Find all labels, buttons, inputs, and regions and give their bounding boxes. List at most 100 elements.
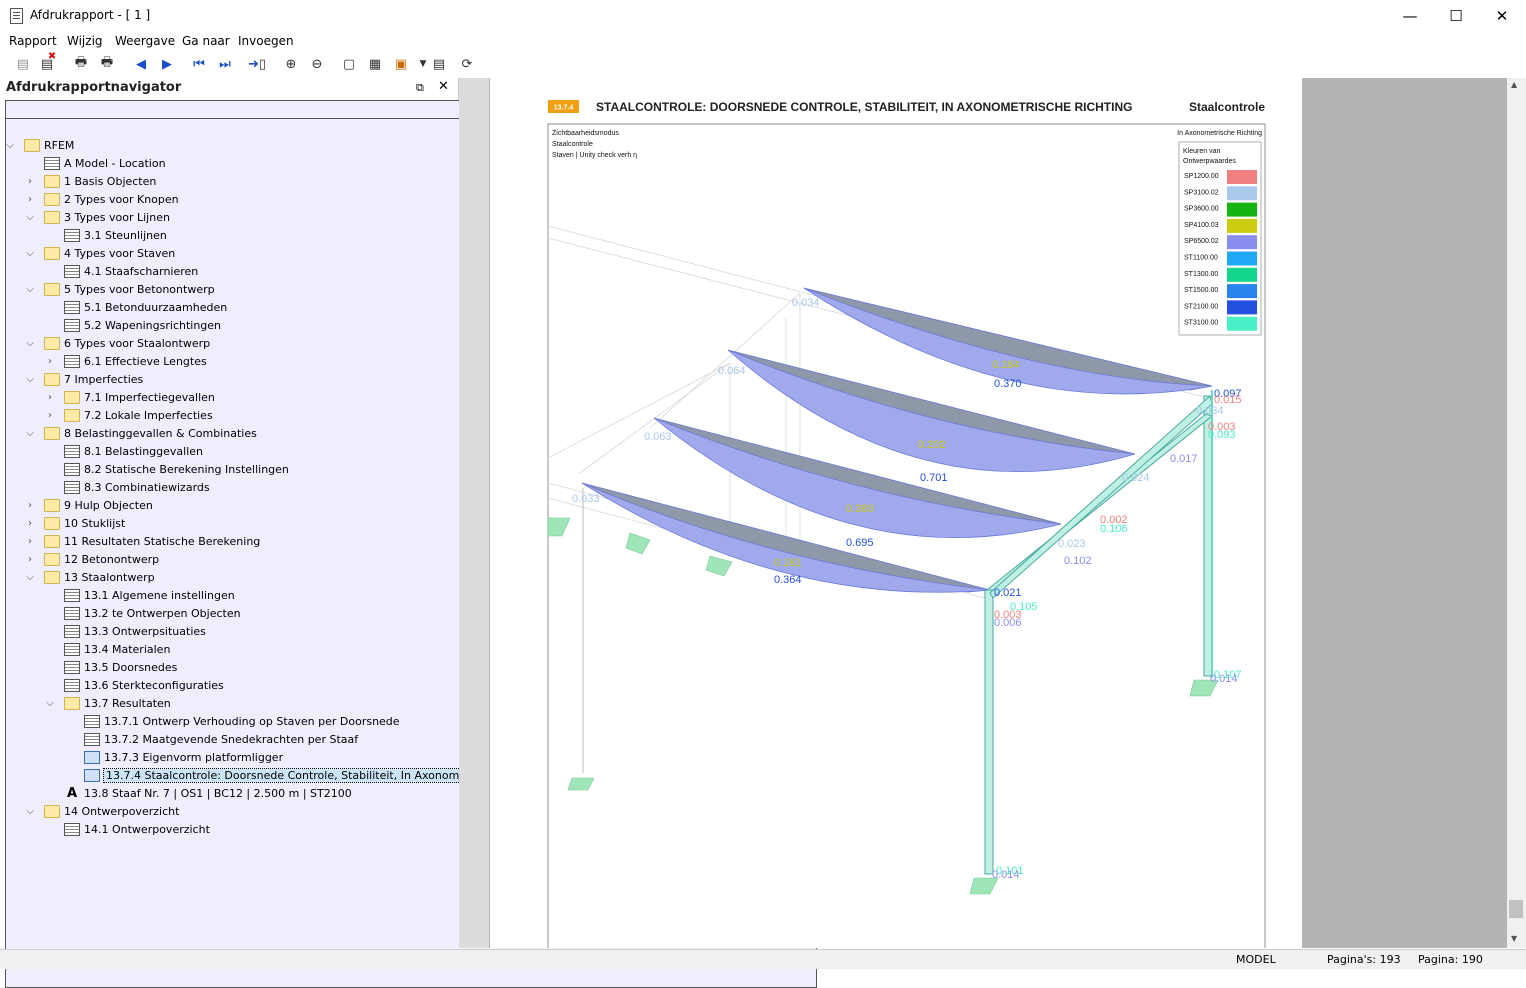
goto-page-icon[interactable]: ➜ ▯ bbox=[248, 55, 266, 73]
tree-item[interactable]: ⌵ 14 Ontwerpoverzicht bbox=[24, 802, 179, 820]
print-setup-icon[interactable]: 🖶 bbox=[98, 55, 116, 73]
tree-item-label: RFEM bbox=[44, 138, 75, 152]
chevron-right-icon[interactable]: › bbox=[44, 356, 56, 367]
tree-item-label: 7 Imperfecties bbox=[64, 372, 144, 386]
menu-ga-naar[interactable]: Ga naar bbox=[182, 34, 230, 48]
maximize-button[interactable]: ☐ bbox=[1433, 0, 1479, 31]
tree-item[interactable]: 13.6 Sterkteconfiguraties bbox=[44, 676, 224, 694]
first-page-icon[interactable]: ⏮ bbox=[190, 55, 208, 73]
tree-item[interactable]: 13.4 Materialen bbox=[44, 640, 170, 658]
chevron-down-icon[interactable]: ⌵ bbox=[4, 140, 16, 151]
legend-label: SP1200.00 bbox=[1184, 173, 1219, 180]
export-icon[interactable]: ▣ bbox=[392, 55, 410, 73]
scroll-up-icon[interactable]: ▲ bbox=[1511, 80, 1517, 89]
pin-icon[interactable]: ⧉ bbox=[416, 81, 424, 95]
properties-icon[interactable]: ▤ bbox=[430, 55, 448, 73]
tree-item[interactable]: 13.3 Ontwerpsituaties bbox=[44, 622, 206, 640]
tree-item[interactable]: › 10 Stuklijst bbox=[24, 514, 125, 532]
refresh-icon[interactable]: ⟳ bbox=[458, 55, 476, 73]
tree-item[interactable]: A 13.8 Staaf Nr. 7 | OS1 | BC12 | 2.500 m… bbox=[44, 784, 352, 802]
chevron-right-icon[interactable]: › bbox=[24, 500, 36, 511]
tree-item[interactable]: 4.1 Staafscharnieren bbox=[44, 262, 198, 280]
tree-item[interactable]: ⌵ 5 Types voor Betonontwerp bbox=[24, 280, 215, 298]
tree-item[interactable]: ⌵ 13.7 Resultaten bbox=[44, 694, 171, 712]
tree-item-label: 11 Resultaten Statische Berekening bbox=[64, 534, 261, 548]
chevron-right-icon[interactable]: › bbox=[44, 410, 56, 421]
panel-splitter[interactable] bbox=[459, 78, 489, 948]
menu-rapport[interactable]: Rapport bbox=[9, 34, 57, 48]
fit-page-icon[interactable]: ▢ bbox=[340, 55, 358, 73]
tree-item[interactable]: 3.1 Steunlijnen bbox=[44, 226, 167, 244]
tree-item[interactable]: › 11 Resultaten Statische Berekening bbox=[24, 532, 260, 550]
minimize-button[interactable]: — bbox=[1387, 0, 1433, 31]
tree-item[interactable]: ⌵ 8 Belastinggevallen & Combinaties bbox=[24, 424, 257, 442]
tree-item[interactable]: 13.1 Algemene instellingen bbox=[44, 586, 235, 604]
tree-item[interactable]: 13.7.1 Ontwerp Verhouding op Staven per … bbox=[64, 712, 400, 730]
tree-item[interactable]: 8.2 Statische Berekening Instellingen bbox=[44, 460, 289, 478]
zoom-in-icon[interactable]: ⊕ bbox=[282, 55, 300, 73]
tree-item[interactable]: › 7.1 Imperfectiegevallen bbox=[44, 388, 215, 406]
chevron-right-icon[interactable]: › bbox=[24, 194, 36, 205]
chapter-badge-label: 13.7.4 bbox=[554, 105, 574, 112]
print-icon[interactable]: 🖶 bbox=[72, 55, 90, 73]
chevron-down-icon[interactable]: ⌵ bbox=[24, 338, 36, 349]
tree-item[interactable]: › 12 Betonontwerp bbox=[24, 550, 159, 568]
tree-item[interactable]: 13.5 Doorsnedes bbox=[44, 658, 177, 676]
direction-label: In Axonometrische Richting bbox=[1177, 130, 1262, 137]
chevron-down-icon[interactable]: ⌵ bbox=[24, 284, 36, 295]
tree-item[interactable]: 8.3 Combinatiewizards bbox=[44, 478, 210, 496]
chevron-down-icon[interactable]: ⌵ bbox=[24, 212, 36, 223]
tree-item[interactable]: ⌵ 13 Staalontwerp bbox=[24, 568, 155, 586]
folder-icon bbox=[44, 534, 60, 548]
tree-item[interactable]: 13.2 te Ontwerpen Objecten bbox=[44, 604, 241, 622]
tree-item[interactable]: › 1 Basis Objecten bbox=[24, 172, 156, 190]
tree-item[interactable]: 14.1 Ontwerpoverzicht bbox=[44, 820, 210, 838]
chevron-down-icon[interactable]: ⌵ bbox=[24, 428, 36, 439]
new-report-icon[interactable]: ▤ bbox=[14, 55, 32, 73]
tree-item[interactable]: ⌵ 7 Imperfecties bbox=[24, 370, 143, 388]
tree-item[interactable]: 13.7.4 Staalcontrole: Doorsnede Controle… bbox=[64, 766, 504, 784]
chevron-right-icon[interactable]: › bbox=[24, 554, 36, 565]
value-label: 0.701 bbox=[920, 472, 948, 484]
last-page-icon[interactable]: ⏭ bbox=[216, 55, 234, 73]
tree-item[interactable]: ⌵ RFEM bbox=[4, 136, 74, 154]
zoom-out-icon[interactable]: ⊖ bbox=[308, 55, 326, 73]
tree-item[interactable]: 8.1 Belastinggevallen bbox=[44, 442, 203, 460]
tree-item[interactable]: 13.7.2 Maatgevende Snedekrachten per Sta… bbox=[64, 730, 358, 748]
table-icon bbox=[64, 228, 80, 242]
chevron-right-icon[interactable]: › bbox=[24, 518, 36, 529]
chevron-down-icon[interactable]: ⌵ bbox=[24, 806, 36, 817]
scroll-down-icon[interactable]: ▼ bbox=[1511, 934, 1517, 943]
close-navigator-icon[interactable]: ✕ bbox=[438, 79, 449, 94]
chevron-right-icon[interactable]: › bbox=[44, 392, 56, 403]
chevron-right-icon[interactable]: › bbox=[24, 176, 36, 187]
menu-weergave[interactable]: Weergave bbox=[115, 34, 175, 48]
chevron-down-icon[interactable]: ⌵ bbox=[24, 374, 36, 385]
tree-item[interactable]: 5.2 Wapeningsrichtingen bbox=[44, 316, 221, 334]
vertical-scrollbar[interactable]: ▲ ▼ bbox=[1507, 78, 1526, 948]
tree-item[interactable]: › 9 Hulp Objecten bbox=[24, 496, 153, 514]
tree-item[interactable]: 13.7.3 Eigenvorm platformligger bbox=[64, 748, 283, 766]
next-page-icon[interactable]: ▶ bbox=[158, 55, 176, 73]
tree-item[interactable]: Voorblad bbox=[4, 100, 817, 970]
chevron-right-icon[interactable]: › bbox=[24, 536, 36, 547]
tree-item[interactable]: ⌵ 6 Types voor Staalontwerp bbox=[24, 334, 210, 352]
tree-item[interactable]: 5.1 Betonduurzaamheden bbox=[44, 298, 227, 316]
tree-item[interactable]: › 7.2 Lokale Imperfecties bbox=[44, 406, 213, 424]
menu-invoegen[interactable]: Invoegen bbox=[238, 34, 294, 48]
chevron-down-icon[interactable]: ⌵ bbox=[44, 698, 56, 709]
scrollbar-thumb[interactable] bbox=[1509, 900, 1523, 918]
tree-item[interactable]: › 6.1 Effectieve Lengtes bbox=[44, 352, 207, 370]
page-layout-icon[interactable]: ▦ bbox=[366, 55, 384, 73]
menu-wijzig[interactable]: Wijzig bbox=[67, 34, 103, 48]
previous-page-icon[interactable]: ◀ bbox=[132, 55, 150, 73]
tree-item[interactable]: › 2 Types voor Knopen bbox=[24, 190, 179, 208]
tree-item[interactable]: ⌵ 3 Types voor Lijnen bbox=[24, 208, 170, 226]
chevron-down-icon[interactable]: ⌵ bbox=[24, 248, 36, 259]
close-button[interactable]: ✕ bbox=[1479, 0, 1525, 31]
tree-item[interactable]: ⌵ 4 Types voor Staven bbox=[24, 244, 175, 262]
delete-report-icon[interactable]: ▤ ✖ bbox=[38, 51, 56, 73]
tree-item[interactable]: Inhoud bbox=[4, 118, 817, 988]
chevron-down-icon[interactable]: ⌵ bbox=[24, 572, 36, 583]
tree-item[interactable]: A Model - Location bbox=[24, 154, 166, 172]
